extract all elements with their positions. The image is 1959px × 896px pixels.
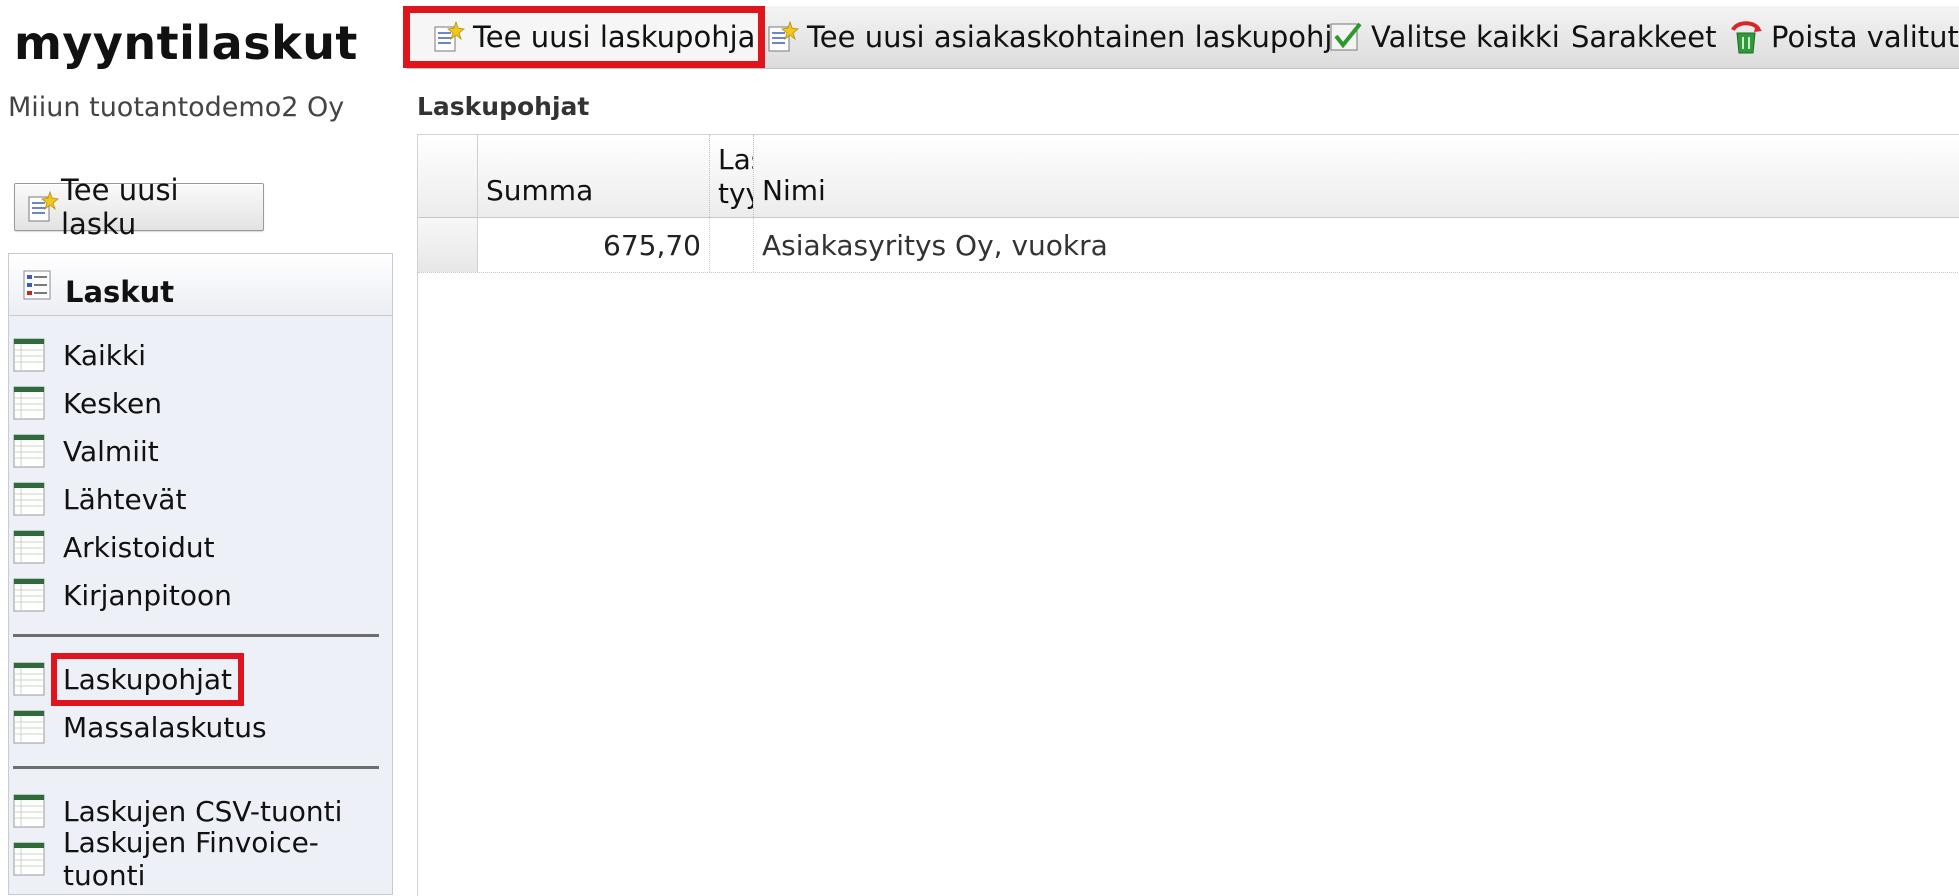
sidebar-item-label: Arkistoidut: [63, 530, 215, 564]
sidebar-item-finvoice-import[interactable]: Laskujen Finvoice-tuonti: [13, 826, 392, 892]
checkbox-icon: [1329, 20, 1363, 54]
new-template-button[interactable]: Tee uusi laskupohja: [403, 6, 765, 68]
nav-panel-title: Laskut: [65, 274, 175, 309]
new-customer-template-button[interactable]: Tee uusi asiakaskohtainen laskupohja: [767, 12, 1350, 62]
new-document-icon: [767, 21, 799, 53]
list-icon: [13, 530, 45, 564]
new-customer-template-label: Tee uusi asiakaskohtainen laskupohja: [807, 20, 1351, 54]
sidebar-item-kesken[interactable]: Kesken: [13, 380, 166, 426]
sidebar-item-label: Kaikki: [63, 338, 147, 372]
columns-label: Sarakkeet: [1571, 20, 1717, 54]
invoice-nav-panel: Laskut Kaikki Kesken Valmiit Lähtevät Ar…: [8, 253, 393, 895]
delete-selected-label: Poista valitut: [1771, 20, 1959, 54]
templates-grid: Summa Lastyy Nimi 675,70 Asiakasyritys O…: [417, 134, 1959, 896]
sidebar-item-lahtevat[interactable]: Lähtevät: [13, 476, 190, 522]
select-all-label: Valitse kaikki: [1371, 20, 1560, 54]
table-row[interactable]: 675,70 Asiakasyritys Oy, vuokra: [418, 218, 1959, 273]
list-icon: [13, 662, 45, 696]
column-header-nimi[interactable]: Nimi: [754, 135, 1959, 217]
new-invoice-button[interactable]: Tee uusi lasku: [14, 173, 264, 241]
cell-nimi: Asiakasyritys Oy, vuokra: [762, 228, 1108, 262]
list-icon: [13, 482, 45, 516]
column-header-summa[interactable]: Summa: [478, 135, 710, 217]
sidebar: myyntilaskut Miiun tuotantodemo2 Oy Tee …: [0, 0, 415, 895]
nav-divider: [13, 766, 379, 769]
columns-button[interactable]: Sarakkeet: [1571, 12, 1716, 62]
new-document-icon: [27, 191, 59, 223]
nav-divider: [13, 634, 379, 637]
column-header-label: Nimi: [762, 174, 826, 207]
sidebar-item-label: Massalaskutus: [63, 710, 267, 744]
delete-selected-button[interactable]: Poista valitut: [1729, 12, 1959, 62]
company-name: Miiun tuotantodemo2 Oy: [8, 92, 345, 123]
sidebar-item-label: Kirjanpitoon: [63, 578, 232, 612]
sidebar-item-label: Lähtevät: [63, 482, 187, 516]
app-title: myyntilaskut: [14, 16, 358, 70]
sidebar-item-arkistoidut[interactable]: Arkistoidut: [13, 524, 219, 570]
select-column-header[interactable]: [418, 135, 478, 217]
column-header-label: Lastyy: [718, 143, 753, 210]
toolbar: Tee uusi laskupohja Tee uusi asiakaskoht…: [403, 6, 1959, 69]
select-all-button[interactable]: Valitse kaikki: [1329, 12, 1560, 62]
row-selector[interactable]: [418, 218, 478, 272]
sidebar-item-label: Kesken: [63, 386, 162, 420]
sidebar-item-massalaskutus[interactable]: Massalaskutus: [13, 704, 271, 750]
sidebar-item-laskupohjat[interactable]: Laskupohjat: [13, 652, 245, 706]
new-document-icon: [433, 21, 465, 53]
column-header-label: Summa: [486, 174, 594, 207]
nav-panel-header: Laskut: [9, 254, 392, 316]
sidebar-item-kirjanpitoon[interactable]: Kirjanpitoon: [13, 572, 236, 618]
grid-header: Summa Lastyy Nimi: [418, 135, 1959, 218]
new-invoice-label: Tee uusi lasku: [61, 173, 179, 241]
sidebar-item-label: Laskupohjat: [50, 652, 245, 706]
page-title: Laskupohjat: [417, 92, 590, 121]
list-icon: [13, 434, 45, 468]
list-icon: [13, 842, 45, 876]
list-icon: [13, 794, 45, 828]
new-template-label: Tee uusi laskupohja: [473, 20, 756, 54]
cell-tyyppi: [710, 218, 754, 272]
sidebar-item-valmiit[interactable]: Valmiit: [13, 428, 163, 474]
column-header-tyyppi[interactable]: Lastyy: [710, 135, 754, 217]
invoice-list-icon: [23, 270, 51, 300]
list-icon: [13, 386, 45, 420]
sidebar-item-kaikki[interactable]: Kaikki: [13, 332, 150, 378]
trash-icon: [1729, 19, 1763, 55]
list-icon: [13, 578, 45, 612]
list-icon: [13, 338, 45, 372]
list-icon: [13, 710, 45, 744]
sidebar-item-label: Valmiit: [63, 434, 159, 468]
cell-summa: 675,70: [478, 218, 710, 272]
sidebar-item-label: Laskujen Finvoice-tuonti: [63, 826, 319, 892]
